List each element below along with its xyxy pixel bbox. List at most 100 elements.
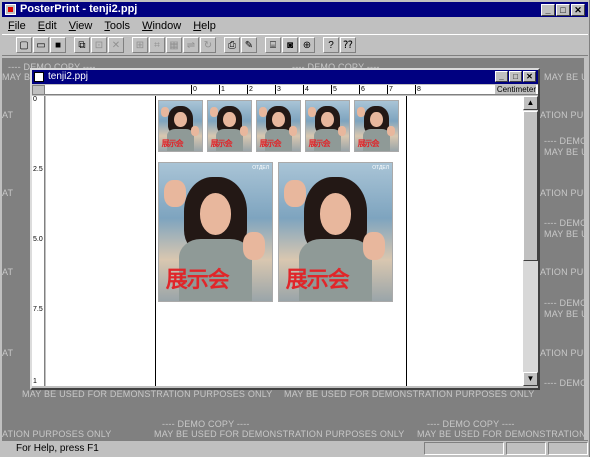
minimize-button[interactable]: _ [541, 4, 555, 16]
close-button[interactable]: ✕ [571, 4, 585, 16]
maximize-button[interactable]: □ [556, 4, 570, 16]
copy-icon[interactable]: ⧉ [74, 37, 90, 53]
ruler-tick-label: 0 [191, 85, 197, 94]
toolbar: ▢ ▭ ■ ⧉ ⊡ ✕ ⊞ ⌗ ▦ ⇌ ↻ ⎙ ✎ ⌸ ◙ ⊕? ⁇ [2, 34, 588, 56]
doc-minimize-button[interactable]: _ [495, 71, 508, 82]
ruler-tick-label: 0 [33, 96, 37, 103]
document-title-bar[interactable]: tenji2.ppj _ □ ✕ [32, 70, 538, 84]
crop2-icon[interactable]: ⌗ [149, 37, 165, 53]
poster-photo[interactable]: 展示会 ОТДЕЛ [158, 162, 273, 302]
help-icon[interactable]: ? [323, 37, 339, 53]
ruler-tick-label: 5.0 [33, 236, 43, 243]
vertical-scrollbar[interactable]: ▲ ▼ [523, 96, 538, 386]
scroll-thumb[interactable] [523, 111, 538, 261]
watermark-usage: AT [2, 267, 14, 277]
ruler-tick-label: 7 [387, 85, 393, 94]
poster-photo[interactable]: 展示会 [207, 100, 252, 152]
menu-tools[interactable]: Tools [98, 20, 136, 32]
ruler-tick-label: 6 [359, 85, 365, 94]
watermark-usage: AT [2, 188, 14, 198]
photo-figure [239, 126, 249, 136]
title-bar[interactable]: PosterPrint - tenji2.ppj _ □ ✕ [2, 2, 588, 17]
poster-photo[interactable]: 展示会 [354, 100, 399, 152]
grid-icon[interactable]: ▦ [166, 37, 182, 53]
document-window: tenji2.ppj _ □ ✕ 0 1 2 3 4 5 6 7 8 Centimeter 0 2… [30, 68, 540, 390]
delete-icon[interactable]: ✕ [108, 37, 124, 53]
watermark-demo-copy: ---- DEMO COPY ---- [544, 218, 584, 228]
menu-view[interactable]: View [63, 20, 99, 32]
watermark-usage: MAY BE USED FOR DEMONSTRATION PURPOSES O… [417, 429, 584, 439]
poster-photo[interactable]: 展示会 ОТДЕЛ [278, 162, 393, 302]
tool-icon[interactable]: ✎ [241, 37, 257, 53]
status-text: For Help, press F1 [16, 443, 99, 454]
poster-photo[interactable]: 展示会 [256, 100, 301, 152]
poster-photo[interactable]: 展示会 [305, 100, 350, 152]
photo-figure [288, 126, 298, 136]
photo-figure [307, 107, 317, 117]
paste-icon[interactable]: ⊡ [91, 37, 107, 53]
insert-icon[interactable]: ⊕ [299, 37, 315, 53]
print-icon[interactable]: ⎙ [224, 37, 240, 53]
watermark-demo-copy: ---- DEMO COPY ---- [544, 378, 584, 388]
poster-photo[interactable]: 展示会 [158, 100, 203, 152]
scroll-up-button[interactable]: ▲ [523, 96, 538, 110]
photo-figure [321, 112, 334, 127]
doc-close-button[interactable]: ✕ [523, 71, 536, 82]
save-icon[interactable]: ■ [50, 37, 66, 53]
photo-figure [283, 179, 307, 208]
watermark-usage: AT [2, 348, 14, 358]
watermark-usage: ATION PURPOSES ONLY [540, 267, 584, 277]
menu-file[interactable]: File [2, 20, 32, 32]
document-title: tenji2.ppj [48, 71, 89, 82]
photo-figure [223, 112, 236, 127]
posterprint-window: PosterPrint - tenji2.ppj _ □ ✕ File Edit… [0, 0, 590, 457]
horizontal-ruler: 0 1 2 3 4 5 6 7 8 [45, 85, 538, 95]
menu-edit[interactable]: Edit [32, 20, 63, 32]
ruler-corner[interactable] [32, 85, 45, 95]
open-icon[interactable]: ▭ [33, 37, 49, 53]
crop-icon[interactable]: ⊞ [132, 37, 148, 53]
ruler-tick-label: 3 [275, 85, 281, 94]
menu-help[interactable]: Help [187, 20, 222, 32]
window-title: PosterPrint - tenji2.ppj [20, 3, 138, 15]
camera-icon[interactable]: ◙ [282, 37, 298, 53]
ruler-tick-label: 2 [247, 85, 253, 94]
photo-figure [163, 179, 187, 208]
photo-figure [356, 107, 366, 117]
watermark-demo-copy: ---- DEMO COPY ---- [544, 298, 584, 308]
photo-figure [319, 193, 352, 235]
photo-figure [337, 126, 347, 136]
ruler-tick-label: 2.5 [33, 166, 43, 173]
photo-figure [370, 112, 383, 127]
watermark-usage: MAY BE U [544, 309, 584, 319]
ruler-tick-label: 8 [415, 85, 421, 94]
rotate-icon[interactable]: ↻ [200, 37, 216, 53]
app-icon[interactable] [5, 4, 16, 15]
doc-maximize-button[interactable]: □ [509, 71, 522, 82]
context-help-icon[interactable]: ⁇ [340, 37, 356, 53]
scan-icon[interactable]: ⌸ [265, 37, 281, 53]
status-bar: For Help, press F1 [2, 440, 588, 456]
menu-window[interactable]: Window [136, 20, 187, 32]
flip-icon[interactable]: ⇌ [183, 37, 199, 53]
photo-figure [190, 126, 200, 136]
mdi-workspace: ---- DEMO COPY ---- ---- DEMO COPY ---- … [2, 58, 584, 440]
poster-tag: ОТДЕЛ [372, 165, 389, 171]
poster-caption: 展示会 [210, 138, 233, 148]
photo-figure [160, 107, 170, 117]
ruler-tick-label: 1 [33, 378, 37, 385]
watermark-demo-copy: ---- DEMO COPY ---- [544, 136, 584, 146]
watermark-usage: MAY BE USED FOR DEMONSTRATION PURPOSES O… [22, 389, 273, 399]
watermark-usage: MAY BE USED FOR DEMONSTRATION PURPOSES O… [154, 429, 405, 439]
poster-caption: 展示会 [357, 138, 380, 148]
new-icon[interactable]: ▢ [16, 37, 32, 53]
photo-figure [386, 126, 396, 136]
scroll-down-button[interactable]: ▼ [523, 372, 538, 386]
watermark-demo-copy: ---- DEMO COPY ---- [427, 419, 515, 429]
status-pane [548, 442, 588, 455]
poster-caption: 展示会 [259, 138, 282, 148]
layout-canvas[interactable]: 展示会 展示会 展示会 展示会 展示会 展示会 ОТДЕЛ 展示会 ОТДЕЛ [46, 96, 523, 386]
poster-tag: ОТДЕЛ [252, 165, 269, 171]
poster-caption: 展示会 [165, 268, 230, 294]
document-icon[interactable] [34, 72, 44, 82]
